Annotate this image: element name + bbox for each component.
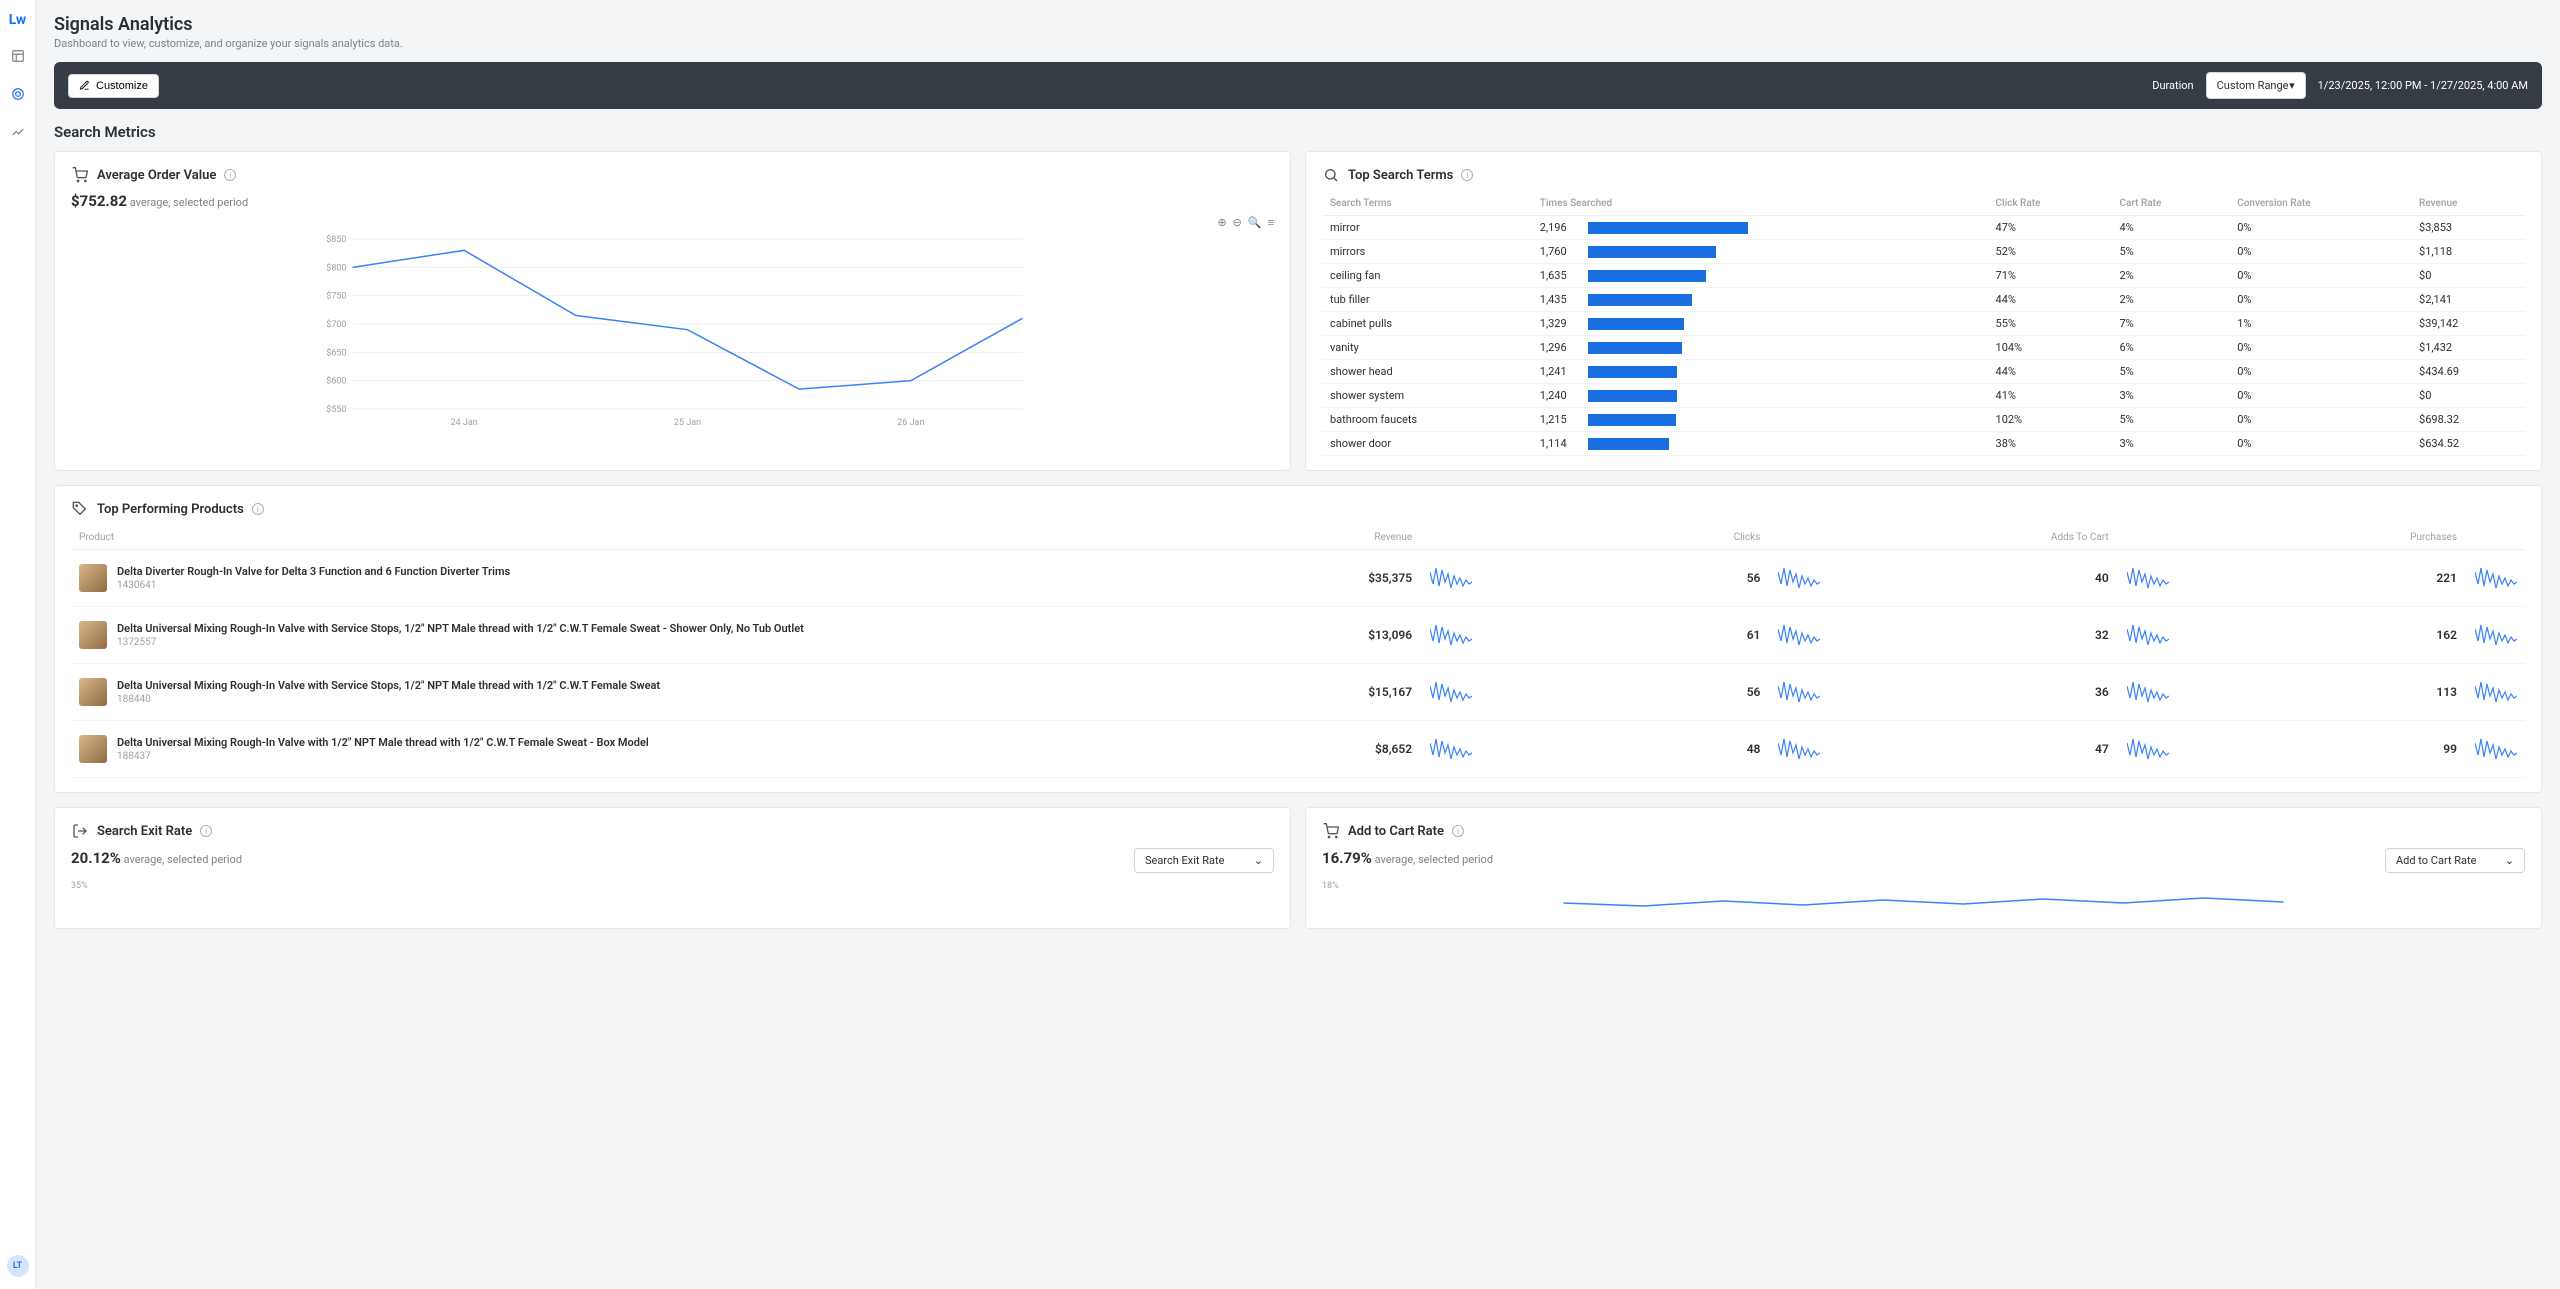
tag-icon xyxy=(71,500,89,518)
svg-text:$700: $700 xyxy=(326,319,346,330)
card-cart-rate: Add to Cart Rate i 16.79% average, selec… xyxy=(1305,807,2542,929)
exit-icon xyxy=(71,822,89,840)
table-row[interactable]: mirror 2,196 47%4%0%$3,853 xyxy=(1322,216,2525,240)
svg-text:$550: $550 xyxy=(326,404,346,415)
table-row[interactable]: shower head 1,241 44%5%0%$434.69 xyxy=(1322,360,2525,384)
svg-text:26 Jan: 26 Jan xyxy=(897,418,924,428)
col-header: Clicks xyxy=(1472,532,1820,543)
card-exit-rate: Search Exit Rate i 20.12% average, selec… xyxy=(54,807,1291,929)
menu-icon[interactable]: ≡ xyxy=(1268,216,1274,229)
info-icon[interactable]: i xyxy=(1461,169,1473,181)
table-row[interactable]: cabinet pulls 1,329 55%7%1%$39,142 xyxy=(1322,312,2525,336)
card-top-products: Top Performing Products i ProductRevenue… xyxy=(54,485,2542,793)
product-row[interactable]: Delta Universal Mixing Rough-In Valve wi… xyxy=(71,607,2525,664)
col-header: Revenue xyxy=(1124,532,1472,543)
svg-text:24 Jan: 24 Jan xyxy=(451,418,478,428)
info-icon[interactable]: i xyxy=(252,503,264,515)
col-header: Adds To Cart xyxy=(1820,532,2168,543)
analytics-icon[interactable] xyxy=(8,122,28,142)
logo: Lw xyxy=(9,12,26,28)
y-tick: 35% xyxy=(71,881,1274,891)
zoom-out-icon[interactable]: ⊖ xyxy=(1233,216,1242,229)
table-row[interactable]: tub filler 1,435 44%2%0%$2,141 xyxy=(1322,288,2525,312)
table-row[interactable]: vanity 1,296 104%6%0%$1,432 xyxy=(1322,336,2525,360)
top-terms-title: Top Search Terms xyxy=(1348,168,1453,183)
section-search-metrics: Search Metrics xyxy=(54,123,2542,141)
product-thumb xyxy=(79,735,107,763)
product-row[interactable]: Delta Universal Mixing Rough-In Valve wi… xyxy=(71,664,2525,721)
exit-rate-value: 20.12% xyxy=(71,849,121,867)
cart-rate-value: 16.79% xyxy=(1322,849,1372,867)
date-range-text: 1/23/2025, 12:00 PM - 1/27/2025, 4:00 AM xyxy=(2318,79,2528,92)
svg-text:$800: $800 xyxy=(326,262,346,273)
aov-title: Average Order Value xyxy=(97,168,216,183)
table-row[interactable]: ceiling fan 1,635 71%2%0%$0 xyxy=(1322,264,2525,288)
info-icon[interactable]: i xyxy=(224,169,236,181)
exit-rate-select[interactable]: Search Exit Rate⌄ xyxy=(1134,848,1274,873)
table-row[interactable]: mirrors 1,760 52%5%0%$1,118 xyxy=(1322,240,2525,264)
svg-text:25 Jan: 25 Jan xyxy=(674,418,701,428)
col-header: Times Searched xyxy=(1532,192,1988,216)
col-header: Cart Rate xyxy=(2111,192,2229,216)
table-row[interactable]: bathroom faucets 1,215 102%5%0%$698.32 xyxy=(1322,408,2525,432)
toolbar: Customize Duration Custom Range ▾ 1/23/2… xyxy=(54,62,2542,109)
col-header: Product xyxy=(79,532,1124,543)
customize-button[interactable]: Customize xyxy=(68,74,159,98)
top-products-title: Top Performing Products xyxy=(97,502,244,517)
col-header: Conversion Rate xyxy=(2229,192,2411,216)
product-thumb xyxy=(79,678,107,706)
product-thumb xyxy=(79,621,107,649)
col-header: Purchases xyxy=(2169,532,2517,543)
svg-text:$600: $600 xyxy=(326,376,346,387)
aov-value: $752.82 xyxy=(71,192,127,210)
info-icon[interactable]: i xyxy=(1452,825,1464,837)
svg-text:$650: $650 xyxy=(326,347,346,358)
top-terms-table: Search TermsTimes SearchedClick RateCart… xyxy=(1322,192,2525,456)
svg-text:$750: $750 xyxy=(326,291,346,302)
table-row[interactable]: shower system 1,240 41%3%0%$0 xyxy=(1322,384,2525,408)
product-row[interactable]: Delta Diverter Rough-In Valve for Delta … xyxy=(71,550,2525,607)
cart-icon xyxy=(1322,822,1340,840)
chevron-down-icon: ⌄ xyxy=(2505,854,2514,867)
chevron-down-icon: ⌄ xyxy=(1254,854,1263,867)
card-top-terms: Top Search Terms i Search TermsTimes Sea… xyxy=(1305,151,2542,471)
table-row[interactable]: shower door 1,114 38%3%0%$634.52 xyxy=(1322,432,2525,456)
y-tick: 18% xyxy=(1322,881,2525,891)
svg-text:$850: $850 xyxy=(326,234,346,245)
dashboard-icon[interactable] xyxy=(8,46,28,66)
product-row[interactable]: Delta Universal Mixing Rough-In Valve wi… xyxy=(71,721,2525,778)
col-header: Click Rate xyxy=(1988,192,2112,216)
customize-label: Customize xyxy=(96,80,148,92)
duration-select[interactable]: Custom Range ▾ xyxy=(2206,72,2306,99)
cart-rate-title: Add to Cart Rate xyxy=(1348,824,1444,839)
info-icon[interactable]: i xyxy=(200,825,212,837)
chevron-down-icon: ▾ xyxy=(2289,79,2295,92)
duration-label: Duration xyxy=(2152,79,2193,92)
left-nav: Lw LT xyxy=(0,0,36,1289)
col-header: Revenue xyxy=(2411,192,2525,216)
user-avatar[interactable]: LT xyxy=(7,1255,29,1277)
signals-icon[interactable] xyxy=(8,84,28,104)
col-header: Search Terms xyxy=(1322,192,1532,216)
exit-rate-title: Search Exit Rate xyxy=(97,824,192,839)
search-icon xyxy=(1322,166,1340,184)
cart-rate-chart xyxy=(1322,891,2525,911)
product-thumb xyxy=(79,564,107,592)
aov-chart: $850 $800 $750 $700 $650 $600 $550 24 Jan 25 Ja… xyxy=(71,229,1274,429)
page-title: Signals Analytics xyxy=(54,14,2542,35)
zoom-in-icon[interactable]: ⊕ xyxy=(1217,216,1226,229)
cart-icon xyxy=(71,166,89,184)
cart-rate-select[interactable]: Add to Cart Rate⌄ xyxy=(2385,848,2525,873)
page-subtitle: Dashboard to view, customize, and organi… xyxy=(54,37,2542,50)
card-aov: Average Order Value i $752.82 average, s… xyxy=(54,151,1291,471)
search-icon[interactable]: 🔍 xyxy=(1248,216,1262,229)
